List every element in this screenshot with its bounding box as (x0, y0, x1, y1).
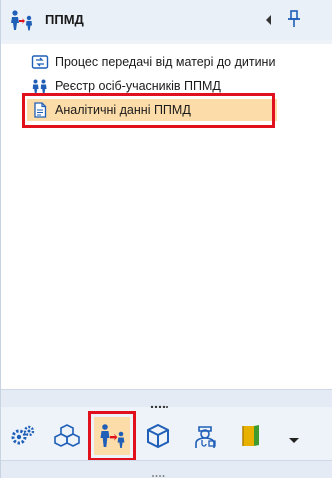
dropdown-arrow-icon[interactable] (287, 432, 301, 443)
gears-icon[interactable] (9, 422, 37, 450)
pin-icon[interactable] (285, 9, 303, 29)
document-icon (31, 102, 49, 118)
tree-item-people-registry[interactable]: Реєстр осіб-учасників ППМД (31, 76, 332, 96)
module-switcher-toolbar (1, 408, 332, 461)
tree-item-label: Процес передачі від матері до дитини (55, 55, 276, 69)
splitter-grip-icon[interactable] (150, 396, 168, 409)
bottom-splitter[interactable] (1, 460, 332, 478)
tree-item-label: Реєстр осіб-учасників ППМД (55, 79, 221, 93)
transfer-process-icon (31, 54, 49, 70)
collapse-left-icon[interactable] (263, 12, 275, 28)
people-registry-icon (31, 78, 49, 94)
book-icon[interactable] (237, 422, 265, 450)
panel-title: ППМД (45, 12, 84, 27)
navigation-panel: ППМД Процес передачі від матері до дитин… (0, 0, 332, 478)
cubes-icon[interactable] (53, 422, 81, 450)
tree-item-transfer-process[interactable]: Процес передачі від матері до дитини (31, 52, 332, 72)
bottom-grip-icon[interactable] (151, 465, 167, 477)
parent-child-icon[interactable] (98, 422, 126, 450)
panel-header: ППМД (1, 0, 332, 40)
parent-child-icon (9, 9, 35, 31)
module-tree: Процес передачі від матері до дитини Реє… (1, 44, 332, 389)
panel-splitter[interactable] (1, 389, 332, 409)
tree-item-label: Аналітичні данні ППМД (55, 103, 191, 117)
box-icon[interactable] (144, 422, 172, 450)
doctor-icon[interactable] (191, 422, 219, 450)
tree-item-analytics[interactable]: Аналітичні данні ППМД (27, 99, 277, 121)
